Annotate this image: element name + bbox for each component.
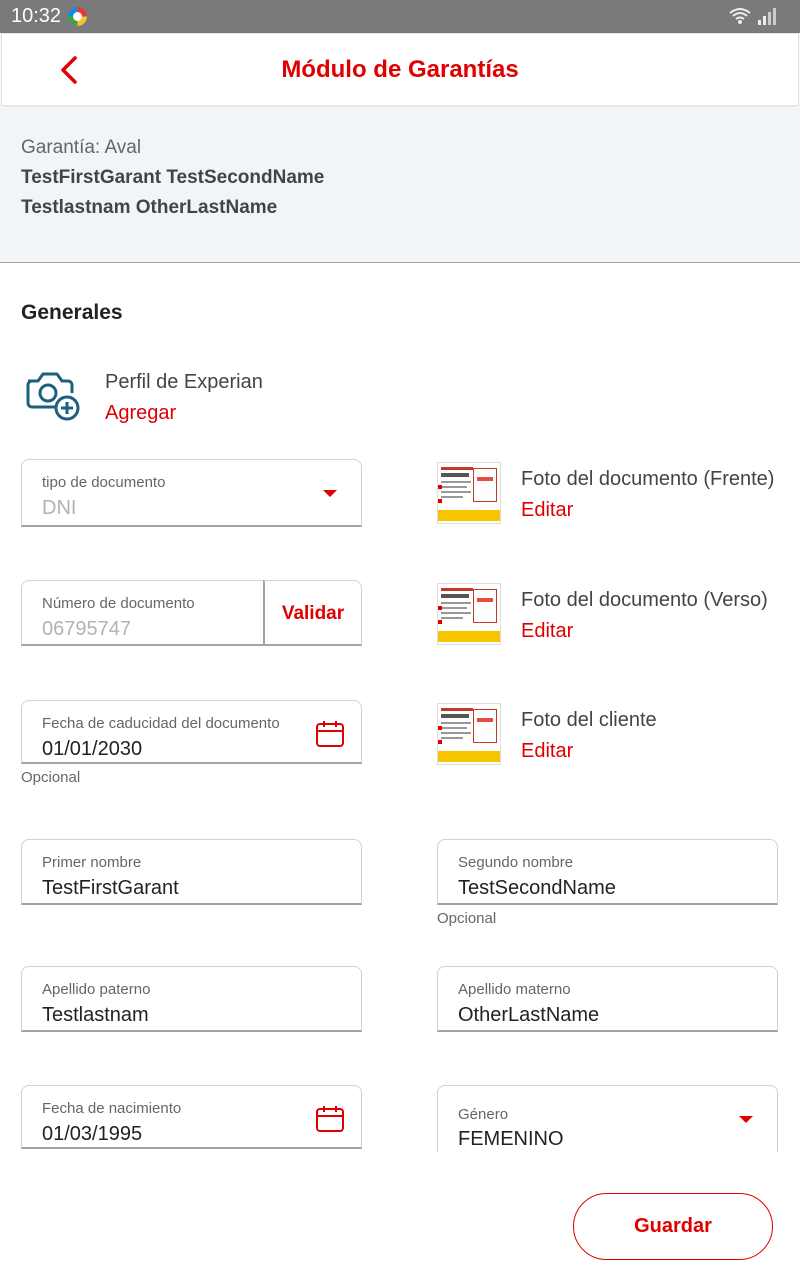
expiry-optional-hint: Opcional	[21, 769, 81, 786]
second-name-optional-hint: Opcional	[437, 910, 497, 927]
first-name-field[interactable]: Primer nombre TestFirstGarant	[21, 839, 362, 905]
app-bar: Módulo de Garantías	[1, 33, 799, 106]
second-name-field[interactable]: Segundo nombre TestSecondName	[437, 839, 778, 905]
photo-document-front: Foto del documento (Frente) Editar	[437, 462, 787, 526]
validate-button[interactable]: Validar	[263, 580, 362, 646]
guarantee-summary: Garantía: Aval TestFirstGarant TestSecon…	[0, 107, 800, 263]
wifi-signal-icons	[729, 8, 776, 25]
photo-label: Foto del cliente	[521, 709, 657, 731]
second-name-label: Segundo nombre	[458, 854, 574, 871]
expiry-date-value: 01/01/2030	[42, 738, 143, 760]
paternal-last-name-value: Testlastnam	[42, 1004, 149, 1026]
gender-label: Género	[458, 1106, 509, 1123]
maternal-last-name-value: OtherLastName	[458, 1004, 600, 1026]
experian-add-link[interactable]: Agregar	[105, 402, 176, 425]
guarantor-names: TestFirstGarant TestSecondName	[21, 167, 325, 188]
expiry-date-field[interactable]: Fecha de caducidad del documento 01/01/2…	[21, 700, 362, 764]
calendar-icon[interactable]	[315, 719, 345, 749]
section-title: Generales	[21, 301, 123, 324]
status-time: 10:32	[11, 5, 62, 27]
experian-profile: Perfil de Experian Agregar	[24, 365, 444, 431]
document-type-select[interactable]: tipo de documento DNI	[21, 459, 362, 527]
document-number-label: Número de documento	[42, 595, 195, 612]
page-title: Módulo de Garantías	[281, 56, 519, 83]
dropdown-caret-icon	[739, 1116, 753, 1123]
gender-value: FEMENINO	[458, 1128, 564, 1150]
document-type-value: DNI	[42, 497, 77, 519]
photo-document-back: Foto del documento (Verso) Editar	[437, 583, 787, 647]
photo-edit-link[interactable]: Editar	[521, 740, 573, 763]
guarantor-last-names: Testlastnam OtherLastName	[21, 197, 278, 218]
save-button[interactable]: Guardar	[573, 1193, 773, 1260]
birth-date-field[interactable]: Fecha de nacimiento 01/03/1995	[21, 1085, 362, 1149]
document-thumbnail[interactable]	[437, 462, 501, 524]
first-name-label: Primer nombre	[42, 854, 142, 871]
experian-label: Perfil de Experian	[105, 371, 263, 393]
browser-app-icon	[68, 7, 87, 26]
maternal-last-name-label: Apellido materno	[458, 981, 571, 998]
birth-date-label: Fecha de nacimiento	[42, 1100, 182, 1117]
status-bar: 10:32	[0, 0, 800, 33]
paternal-last-name-label: Apellido paterno	[42, 981, 151, 998]
photo-client: Foto del cliente Editar	[437, 703, 787, 767]
document-type-label: tipo de documento	[42, 474, 166, 491]
camera-add-icon[interactable]	[24, 365, 82, 423]
paternal-last-name-field[interactable]: Apellido paterno Testlastnam	[21, 966, 362, 1032]
expiry-date-label: Fecha de caducidad del documento	[42, 715, 280, 732]
document-number-value: 06795747	[42, 618, 131, 640]
dropdown-caret-icon	[323, 490, 337, 497]
gender-select[interactable]: Género FEMENINO	[437, 1085, 778, 1155]
birth-date-value: 01/03/1995	[42, 1123, 143, 1145]
document-number-field[interactable]: Número de documento 06795747	[21, 580, 265, 646]
guarantee-type: Garantía: Aval	[21, 137, 142, 158]
second-name-value: TestSecondName	[458, 877, 616, 899]
calendar-icon[interactable]	[315, 1104, 345, 1134]
photo-label: Foto del documento (Frente)	[521, 468, 775, 490]
photo-edit-link[interactable]: Editar	[521, 499, 573, 522]
photo-edit-link[interactable]: Editar	[521, 620, 573, 643]
document-thumbnail[interactable]	[437, 583, 501, 645]
photo-label: Foto del documento (Verso)	[521, 589, 768, 611]
maternal-last-name-field[interactable]: Apellido materno OtherLastName	[437, 966, 778, 1032]
first-name-value: TestFirstGarant	[42, 877, 179, 899]
document-thumbnail[interactable]	[437, 703, 501, 765]
